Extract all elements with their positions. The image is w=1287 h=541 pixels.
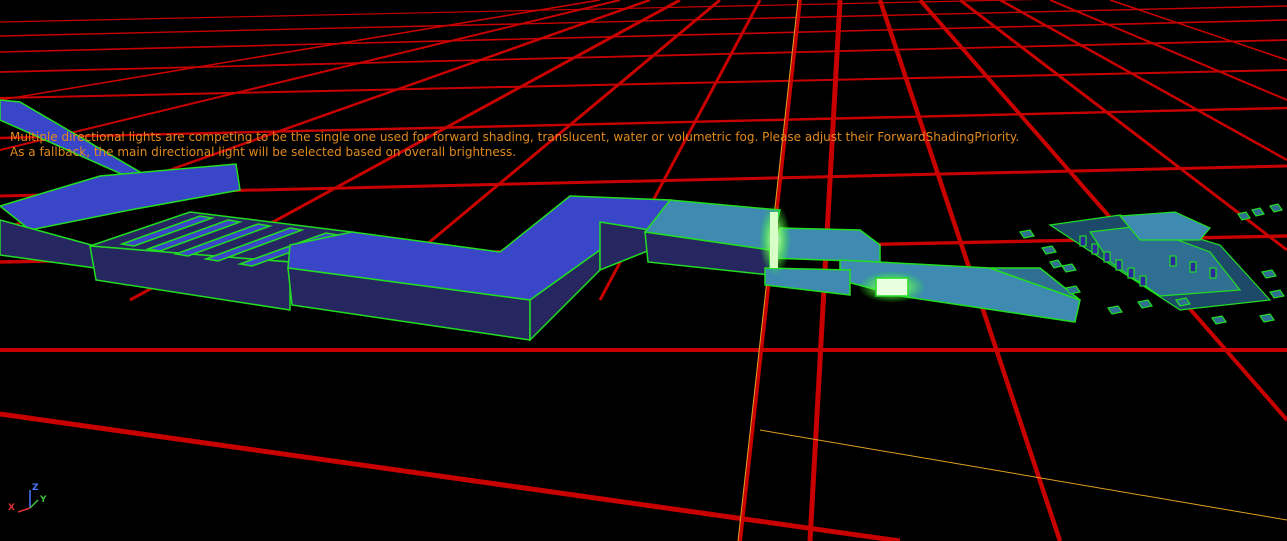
warning-line-2: As a fallback, the main directional ligh… bbox=[10, 145, 517, 159]
axis-gizmo: Z Y X bbox=[4, 482, 52, 518]
scene-render[interactable] bbox=[0, 0, 1287, 541]
level-viewport[interactable]: Multiple directional lights are competin… bbox=[0, 0, 1287, 541]
x-axis-label: X bbox=[8, 503, 15, 513]
y-axis-label: Y bbox=[40, 495, 47, 505]
z-axis-label: Z bbox=[32, 483, 39, 493]
platform-mesh[interactable] bbox=[643, 199, 1081, 323]
lighting-warning-message: Multiple directional lights are competin… bbox=[10, 130, 1019, 160]
corridor-wall[interactable] bbox=[287, 195, 672, 342]
warning-line-1: Multiple directional lights are competin… bbox=[10, 130, 1020, 144]
